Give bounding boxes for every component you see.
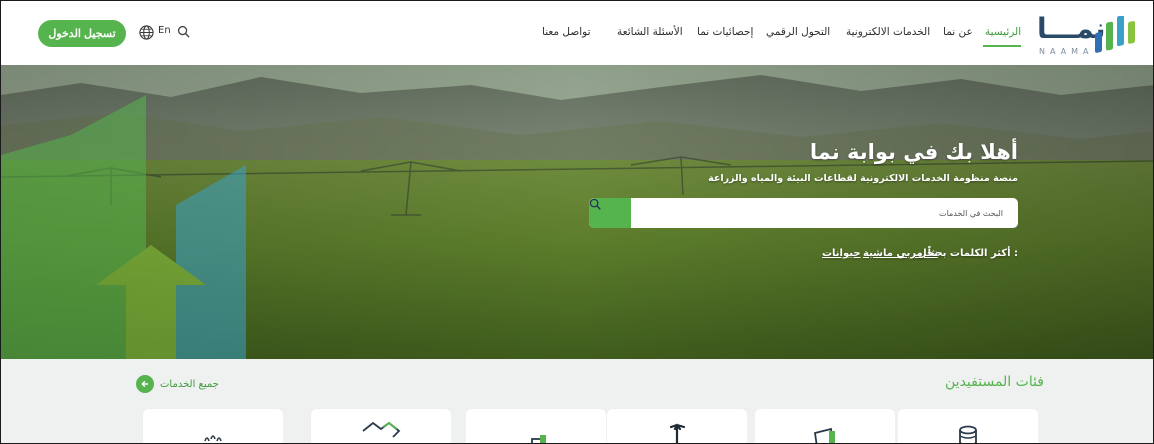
globe-icon[interactable] [139, 25, 154, 40]
beneficiaries-section: فئات المستفيدين جميع الخدمات [1, 359, 1153, 443]
truck-icon [531, 435, 546, 443]
search-input[interactable] [633, 198, 1003, 228]
login-button[interactable]: تسجيل الدخول [38, 20, 126, 47]
keyword-link[interactable]: حيوانات [822, 248, 861, 259]
all-services-link[interactable]: جميع الخدمات [136, 375, 219, 393]
category-card[interactable] [607, 409, 747, 443]
nav-faq[interactable]: الأسئلة الشائعة [617, 26, 683, 38]
nav-about[interactable]: عن نما [943, 26, 973, 38]
keyword-link[interactable]: مربي ماشية [863, 248, 923, 259]
logo-latin: NAAMA [1039, 47, 1094, 56]
arrow-left-icon [136, 375, 154, 393]
hero-banner: أهلا بك في بوابة نما منصة منظومة الخدمات… [1, 65, 1153, 359]
nav-statistics[interactable]: إحصائيات نما [697, 26, 753, 38]
category-card[interactable] [311, 409, 451, 443]
language-toggle[interactable]: En [158, 25, 171, 36]
section-title: فئات المستفيدين [945, 374, 1044, 390]
search-icon[interactable] [177, 25, 190, 38]
plant-icon [204, 435, 222, 442]
active-nav-indicator [983, 45, 1021, 47]
handshake-icon [362, 421, 401, 438]
service-search [589, 198, 1018, 228]
nav-eservices[interactable]: الخدمات الالكترونية [846, 26, 930, 38]
nav-home[interactable]: الرئيسية [985, 26, 1021, 38]
hero-subtitle: منصة منظومة الخدمات الالكترونية لقطاعات … [708, 173, 1018, 184]
document-icon [813, 427, 835, 443]
nav-contact[interactable]: تواصل معنا [542, 26, 591, 38]
naama-logo-icon[interactable] [1091, 16, 1139, 56]
category-card[interactable] [466, 409, 606, 443]
category-card[interactable] [755, 409, 895, 443]
database-icon [959, 425, 977, 443]
page: تسجيل الدخول En تواصل معنا الأسئلة الشائ… [0, 0, 1154, 444]
all-services-label: جميع الخدمات [160, 378, 219, 390]
popular-keywords-label: أكثر الكلمات بحثاً : [927, 248, 1018, 259]
category-card[interactable] [143, 409, 283, 443]
palm-tree-icon [669, 423, 686, 443]
search-icon [589, 198, 601, 210]
category-card[interactable] [898, 409, 1038, 443]
hero-title: أهلا بك في بوابة نما [809, 140, 1018, 164]
top-header: تسجيل الدخول En تواصل معنا الأسئلة الشائ… [1, 1, 1153, 65]
nav-digital-transformation[interactable]: التحول الرقمي [766, 26, 830, 38]
